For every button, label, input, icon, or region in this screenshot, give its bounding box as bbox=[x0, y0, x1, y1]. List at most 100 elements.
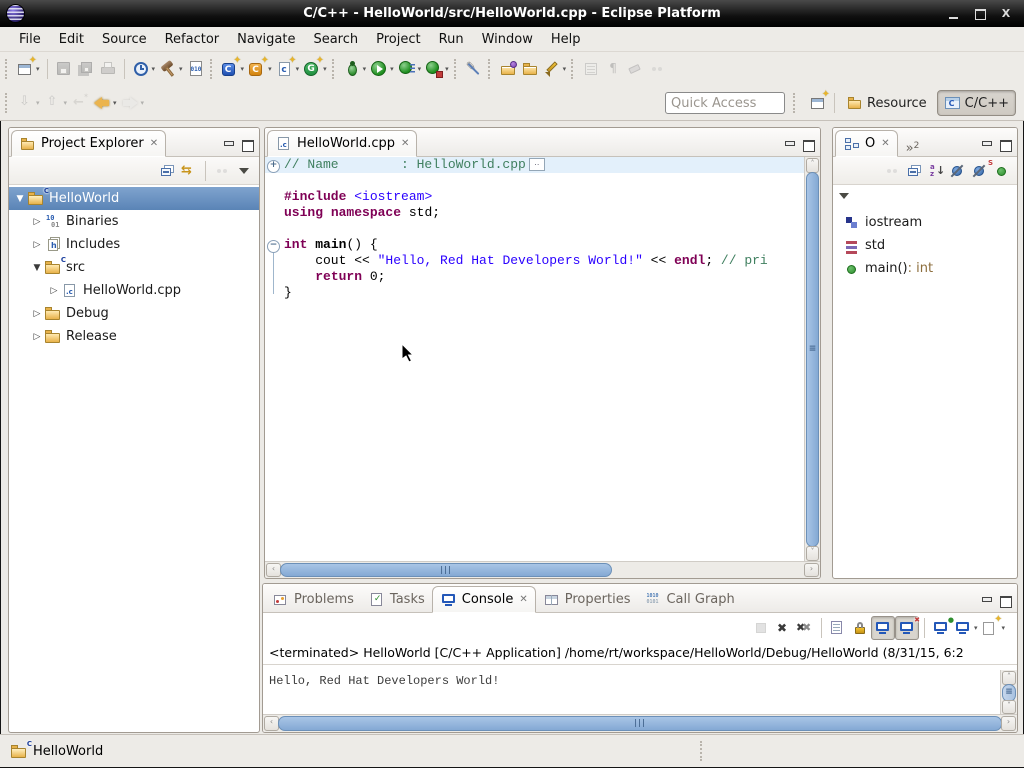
expanded-twistie-icon[interactable]: ▼ bbox=[13, 194, 27, 204]
eraser-button[interactable] bbox=[624, 56, 646, 82]
new-wizard-button[interactable]: ▾ bbox=[14, 56, 42, 82]
menu-project[interactable]: Project bbox=[367, 30, 429, 49]
dropdown-chevron-icon[interactable]: ▾ bbox=[390, 65, 394, 73]
tab-tasks[interactable]: Tasks bbox=[361, 587, 432, 612]
tab-properties[interactable]: Properties bbox=[536, 587, 638, 612]
tree-item-helloworld[interactable]: ▼CHelloWorld bbox=[9, 187, 259, 210]
dropdown-chevron-icon[interactable]: ▾ bbox=[36, 65, 40, 73]
tree-item-helloworld-cpp[interactable]: ▷HelloWorld.cpp bbox=[9, 279, 259, 302]
tree-item-debug[interactable]: ▷Debug bbox=[9, 302, 259, 325]
dropdown-chevron-icon[interactable]: ▾ bbox=[363, 65, 367, 73]
editor-vertical-scrollbar[interactable]: ˄ ≡ ˅ bbox=[804, 157, 820, 562]
menu-refactor[interactable]: Refactor bbox=[156, 30, 229, 49]
g-template-button[interactable]: ▾ bbox=[301, 56, 329, 82]
dropdown-chevron-icon[interactable]: ▾ bbox=[241, 65, 245, 73]
last-edit-location-button[interactable] bbox=[69, 90, 91, 116]
show-public-button[interactable] bbox=[991, 160, 1013, 182]
tree-item-binaries[interactable]: ▷Binaries bbox=[9, 210, 259, 233]
c-source-file-button[interactable]: ▾ bbox=[274, 56, 302, 82]
collapsed-twistie-icon[interactable]: ▷ bbox=[47, 286, 61, 296]
back-button[interactable]: ▾ bbox=[91, 90, 119, 116]
hide-fields-button[interactable] bbox=[947, 160, 969, 182]
outline-item-iostream[interactable]: iostream bbox=[833, 211, 1017, 234]
minimize-view-button[interactable] bbox=[223, 140, 234, 150]
collapsed-twistie-icon[interactable]: ▷ bbox=[30, 309, 44, 319]
scroll-left-button[interactable]: ‹ bbox=[264, 716, 279, 731]
collapsed-twistie-icon[interactable]: ▷ bbox=[30, 332, 44, 342]
display-console-button[interactable]: ▾ bbox=[952, 617, 980, 639]
fold-gutter[interactable] bbox=[265, 205, 281, 221]
outline-item-main-[interactable]: main() : int bbox=[833, 257, 1017, 280]
fold-gutter[interactable] bbox=[265, 269, 281, 285]
tab-problems[interactable]: Problems bbox=[265, 587, 361, 612]
menu-search[interactable]: Search bbox=[304, 30, 367, 49]
maximize-button[interactable] bbox=[974, 8, 986, 20]
console-horizontal-scrollbar[interactable]: ‹ ||| › bbox=[263, 714, 1017, 732]
close-button[interactable]: X bbox=[1000, 8, 1012, 20]
scroll-thumb[interactable]: ||| bbox=[278, 716, 1002, 731]
search-pen-button[interactable]: ▾ bbox=[541, 56, 569, 82]
scroll-down-button[interactable]: ˅ bbox=[806, 546, 819, 561]
minimize-view-button[interactable] bbox=[981, 596, 992, 606]
outline-view-menu-button[interactable] bbox=[833, 185, 855, 207]
dropdown-chevron-icon[interactable]: ▾ bbox=[1001, 624, 1005, 632]
tab-helloworld-cpp[interactable]: HelloWorld.cpp ✕ bbox=[267, 130, 417, 157]
perspective-resource-button[interactable]: Resource bbox=[840, 91, 933, 115]
fold-gutter[interactable] bbox=[265, 253, 281, 269]
dropdown-chevron-icon[interactable]: ▾ bbox=[36, 99, 40, 107]
sort-az-button[interactable] bbox=[925, 160, 947, 182]
remove-all-button[interactable] bbox=[794, 617, 816, 639]
dots-button[interactable] bbox=[881, 160, 903, 182]
maximize-view-button[interactable] bbox=[1000, 596, 1011, 606]
close-tab-icon[interactable]: ✕ bbox=[519, 594, 527, 605]
collapse-all-button[interactable] bbox=[156, 160, 178, 182]
code-editor[interactable]: +// Name : HelloWorld.cpp..#include <ios… bbox=[265, 157, 805, 562]
fold-gutter[interactable] bbox=[265, 173, 281, 189]
scroll-down-button[interactable]: ˅ bbox=[1002, 700, 1016, 714]
scroll-up-button[interactable]: ˄ bbox=[806, 158, 819, 173]
run-config-button[interactable]: ▾ bbox=[396, 56, 424, 82]
close-tab-icon[interactable]: ✕ bbox=[401, 138, 409, 149]
dropdown-chevron-icon[interactable]: ▾ bbox=[113, 99, 117, 107]
binary-doc-button[interactable] bbox=[185, 56, 207, 82]
mark-occurrences-button[interactable] bbox=[463, 56, 485, 82]
dropdown-chevron-icon[interactable]: ▾ bbox=[445, 65, 449, 73]
expanded-twistie-icon[interactable]: ▼ bbox=[30, 263, 44, 273]
collapsed-twistie-icon[interactable]: ▷ bbox=[30, 240, 44, 250]
fold-gutter[interactable] bbox=[265, 285, 281, 301]
dropdown-chevron-icon[interactable]: ▾ bbox=[296, 65, 300, 73]
scroll-right-button[interactable]: › bbox=[804, 563, 819, 577]
scroll-thumb[interactable]: ≡ bbox=[806, 172, 819, 547]
show-stderr-button[interactable]: ✖ bbox=[895, 616, 919, 640]
console-output-area[interactable]: Hello, Red Hat Developers World! bbox=[263, 670, 1001, 715]
forward-button[interactable]: ▾ bbox=[119, 90, 147, 116]
close-tab-icon[interactable]: ✕ bbox=[150, 138, 158, 149]
save-all-button[interactable] bbox=[75, 56, 97, 82]
pin-console-button[interactable]: ● bbox=[930, 617, 952, 639]
tree-item-includes[interactable]: ▷Includes bbox=[9, 233, 259, 256]
dropdown-chevron-icon[interactable]: ▾ bbox=[179, 65, 183, 73]
c-class-blue-button[interactable]: ▾ bbox=[219, 56, 247, 82]
close-tab-icon[interactable]: ✕ bbox=[881, 138, 889, 149]
debug-bug-button[interactable]: ▾ bbox=[341, 56, 369, 82]
menu-window[interactable]: Window bbox=[473, 30, 542, 49]
open-console-button[interactable]: ▾ bbox=[979, 617, 1007, 639]
dropdown-chevron-icon[interactable]: ▾ bbox=[563, 65, 567, 73]
clear-console-button[interactable] bbox=[827, 617, 849, 639]
console-vertical-scrollbar[interactable]: ˄ ≡ ˅ bbox=[1000, 670, 1017, 715]
maximize-view-button[interactable] bbox=[242, 140, 253, 150]
dropdown-chevron-icon[interactable]: ▾ bbox=[974, 624, 978, 632]
build-hammer-button[interactable]: ▾ bbox=[157, 56, 185, 82]
fold-gutter[interactable] bbox=[265, 189, 281, 205]
minimize-editor-button[interactable] bbox=[784, 140, 795, 150]
fold-gutter[interactable]: + bbox=[265, 157, 281, 173]
collapse-all-button[interactable] bbox=[903, 160, 925, 182]
open-resource-button[interactable] bbox=[519, 56, 541, 82]
dropdown-chevron-icon[interactable]: ▾ bbox=[64, 99, 68, 107]
dots-button[interactable] bbox=[646, 56, 668, 82]
dots-button[interactable] bbox=[211, 160, 233, 182]
fold-gutter[interactable] bbox=[265, 221, 281, 237]
open-element-button[interactable] bbox=[497, 56, 519, 82]
view-menu-button[interactable] bbox=[233, 160, 255, 182]
minimize-view-button[interactable] bbox=[981, 140, 992, 150]
